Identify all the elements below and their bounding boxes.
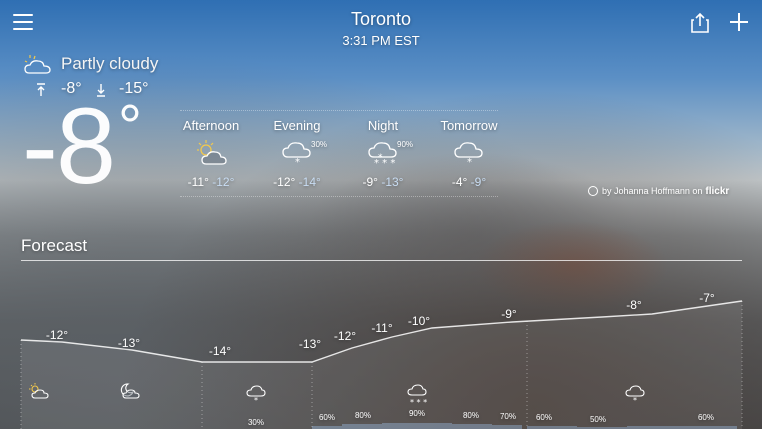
forecast-temp: -7° xyxy=(699,291,715,305)
precip-percent: 50% xyxy=(589,415,606,424)
precip-percent: 70% xyxy=(499,412,516,421)
forecast-temp: -12° xyxy=(45,328,69,342)
forecast-temp: -13° xyxy=(117,336,141,350)
precip-percent: 60% xyxy=(535,413,552,422)
precip-percent: 30% xyxy=(247,418,264,427)
forecast-temp: -14° xyxy=(208,344,232,358)
svg-text:* * *: * * * xyxy=(410,398,427,407)
svg-text:*: * xyxy=(633,396,637,405)
precip-percent: 60% xyxy=(318,413,335,422)
forecast-temp: -10° xyxy=(407,314,431,328)
partly-cloudy-sun-icon xyxy=(29,383,49,404)
svg-text:*: * xyxy=(254,396,258,405)
snow-cloud-icon: * xyxy=(625,385,645,408)
precip-percent: 90% xyxy=(408,409,425,418)
precip-percent: 80% xyxy=(354,411,371,420)
forecast-graph xyxy=(20,300,743,429)
forecast-temp: -8° xyxy=(626,298,642,312)
partly-cloudy-moon-icon xyxy=(120,383,140,404)
heavy-snow-cloud-icon: * * * xyxy=(407,384,429,411)
snow-cloud-icon: * xyxy=(246,385,266,408)
precip-percent: 80% xyxy=(462,411,479,420)
precip-percent: 60% xyxy=(697,413,714,422)
forecast-temp: -9° xyxy=(501,307,517,321)
